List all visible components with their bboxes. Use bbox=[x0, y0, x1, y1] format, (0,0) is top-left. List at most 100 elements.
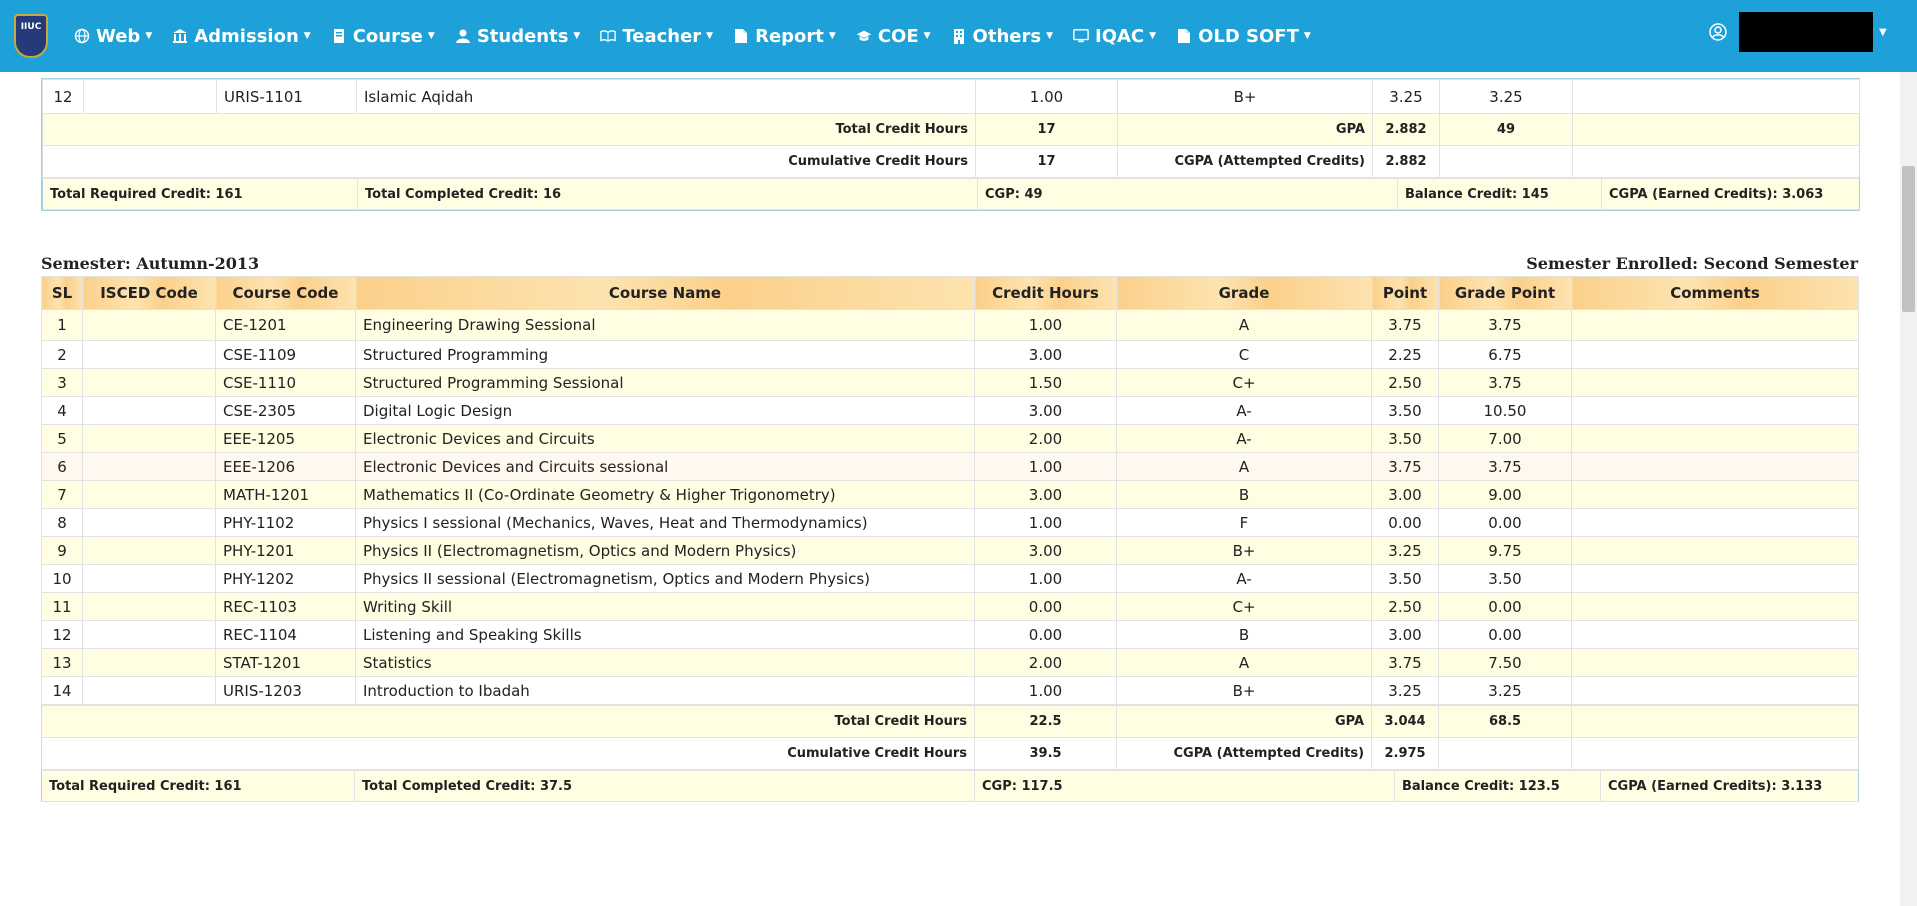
isced-cell bbox=[82, 564, 216, 593]
nav-item-coe[interactable]: COE ▼ bbox=[856, 26, 931, 47]
point-cell: 3.75 bbox=[1371, 452, 1439, 481]
comments-cell bbox=[1571, 396, 1859, 425]
total-completed-credit: Total Completed Credit: 16 bbox=[357, 178, 978, 210]
user-menu[interactable]: ▼ bbox=[1709, 12, 1887, 52]
nav-item-label: Admission bbox=[194, 25, 299, 47]
nav-item-label: Web bbox=[96, 25, 141, 47]
nav-item-label: Course bbox=[352, 25, 423, 47]
grade-point-cell: 3.25 bbox=[1439, 79, 1573, 114]
credit-cell: 1.00 bbox=[974, 676, 1117, 705]
comments-cell bbox=[1571, 564, 1859, 593]
sl-cell: 4 bbox=[41, 396, 83, 425]
grade-cell: A bbox=[1116, 309, 1372, 341]
sl-cell: 2 bbox=[41, 340, 83, 369]
course-code-cell: PHY-1102 bbox=[215, 508, 356, 537]
caret-down-icon: ▼ bbox=[706, 31, 714, 41]
sl-cell: 11 bbox=[41, 592, 83, 621]
isced-cell bbox=[82, 340, 216, 369]
gpa-value: 2.882 bbox=[1372, 113, 1440, 146]
isced-cell bbox=[82, 480, 216, 509]
isced-cell bbox=[82, 424, 216, 453]
nav-item-iqac[interactable]: IQAC ▼ bbox=[1073, 26, 1156, 47]
course-name-cell: Introduction to Ibadah bbox=[355, 676, 975, 705]
course-code-cell: MATH-1201 bbox=[215, 480, 356, 509]
gpa-value: 3.044 bbox=[1371, 705, 1440, 738]
nav-item-web[interactable]: Web ▼ bbox=[74, 26, 152, 47]
col-comments: Comments bbox=[1571, 276, 1859, 310]
course-code-cell: REC-1103 bbox=[215, 592, 356, 621]
point-cell: 2.25 bbox=[1371, 340, 1439, 369]
table-row: 12 URIS-1101 Islamic Aqidah 1.00 B+ 3.25… bbox=[42, 79, 1860, 114]
user-circle-icon bbox=[1709, 23, 1727, 41]
nav-item-others[interactable]: Others ▼ bbox=[951, 26, 1053, 47]
sl-cell: 12 bbox=[41, 620, 83, 649]
user-icon bbox=[455, 28, 471, 44]
semester-enrolled: Semester Enrolled: Second Semester bbox=[1526, 254, 1858, 273]
nav-item-report[interactable]: Report ▼ bbox=[733, 26, 836, 47]
grade-cell: C+ bbox=[1116, 592, 1372, 621]
point-cell: 3.25 bbox=[1371, 536, 1439, 565]
comments-cell bbox=[1571, 368, 1859, 397]
table-header: SL ISCED Code Course Code Course Name Cr… bbox=[41, 276, 1859, 310]
cgp-value: CGP: 117.5 bbox=[974, 770, 1395, 802]
cumulative-credit-label: Cumulative Credit Hours bbox=[40, 737, 976, 770]
col-grade-point: Grade Point bbox=[1438, 276, 1572, 310]
nav-item-course[interactable]: Course ▼ bbox=[331, 26, 435, 47]
course-name-cell: Structured Programming bbox=[355, 340, 975, 369]
point-cell: 2.50 bbox=[1371, 368, 1439, 397]
nav-item-admission[interactable]: Admission ▼ bbox=[172, 25, 311, 47]
total-credit-value: 17 bbox=[975, 113, 1118, 146]
table-row: 8 PHY-1102 Physics I sessional (Mechanics,… bbox=[41, 508, 1859, 537]
table-row: 5 EEE-1205 Electronic Devices and Circuits… bbox=[41, 424, 1859, 453]
isced-cell bbox=[82, 536, 216, 565]
nav-item-teacher[interactable]: Teacher ▼ bbox=[600, 26, 713, 47]
isced-cell bbox=[82, 676, 216, 705]
cgpa-earned: CGPA (Earned Credits): 3.063 bbox=[1601, 178, 1860, 210]
nav-item-old-soft[interactable]: OLD SOFT ▼ bbox=[1176, 26, 1311, 47]
isced-cell bbox=[82, 309, 216, 341]
sl-cell: 1 bbox=[41, 309, 83, 341]
sl-cell: 13 bbox=[41, 648, 83, 677]
grade-cell: A bbox=[1116, 648, 1372, 677]
scrollbar-thumb[interactable] bbox=[1902, 166, 1915, 312]
table-row: 11 REC-1103 Writing Skill 0.00 C+ 2.50 0.00 bbox=[41, 592, 1859, 621]
grade-point-cell: 7.00 bbox=[1438, 424, 1572, 453]
course-name-cell: Electronic Devices and Circuits bbox=[355, 424, 975, 453]
grade-cell: B bbox=[1116, 620, 1372, 649]
grade-point-cell: 3.75 bbox=[1438, 309, 1572, 341]
university-logo[interactable]: IIUC bbox=[14, 14, 48, 58]
grade-cell: A bbox=[1116, 452, 1372, 481]
point-cell: 3.75 bbox=[1371, 309, 1439, 341]
user-name-redacted[interactable] bbox=[1739, 12, 1873, 52]
semester-result-table: SL ISCED Code Course Code Course Name Cr… bbox=[40, 276, 1860, 802]
course-code-cell: CSE-2305 bbox=[215, 396, 356, 425]
grade-cell: F bbox=[1116, 508, 1372, 537]
course-name-cell: Mathematics II (Co-Ordinate Geometry & H… bbox=[355, 480, 975, 509]
col-grade: Grade bbox=[1116, 276, 1372, 310]
nav-item-students[interactable]: Students ▼ bbox=[455, 26, 580, 47]
previous-semester-summary: 12 URIS-1101 Islamic Aqidah 1.00 B+ 3.25… bbox=[41, 78, 1860, 211]
grade-point-cell: 9.00 bbox=[1438, 480, 1572, 509]
total-credit-label: Total Credit Hours bbox=[42, 113, 976, 146]
grade-cell: B+ bbox=[1116, 676, 1372, 705]
sl-cell: 8 bbox=[41, 508, 83, 537]
grade-cell: C bbox=[1116, 340, 1372, 369]
cgpa-attempted-value: 2.882 bbox=[1372, 145, 1440, 178]
chevron-down-icon[interactable]: ▼ bbox=[1879, 27, 1887, 38]
isced-cell bbox=[82, 396, 216, 425]
total-required-credit: Total Required Credit: 161 bbox=[41, 770, 355, 802]
grade-point-cell: 7.50 bbox=[1438, 648, 1572, 677]
col-sl: SL bbox=[41, 276, 83, 310]
nav-item-label: COE bbox=[877, 25, 919, 47]
graduation-cap-icon bbox=[856, 28, 872, 44]
comments-cell bbox=[1571, 309, 1859, 341]
table-row: 14 URIS-1203 Introduction to Ibadah 1.00 B+ 3… bbox=[41, 676, 1859, 705]
balance-credit: Balance Credit: 123.5 bbox=[1394, 770, 1601, 802]
course-name-cell: Structured Programming Sessional bbox=[355, 368, 975, 397]
col-point: Point bbox=[1371, 276, 1439, 310]
comments-cell bbox=[1571, 536, 1859, 565]
cgpa-attempted-label: CGPA (Attempted Credits) bbox=[1116, 737, 1373, 770]
grade-point-cell: 0.00 bbox=[1438, 592, 1572, 621]
grade-point-cell: 3.75 bbox=[1438, 368, 1572, 397]
credit-summary-footer: Total Required Credit: 161 Total Complet… bbox=[42, 178, 1860, 210]
